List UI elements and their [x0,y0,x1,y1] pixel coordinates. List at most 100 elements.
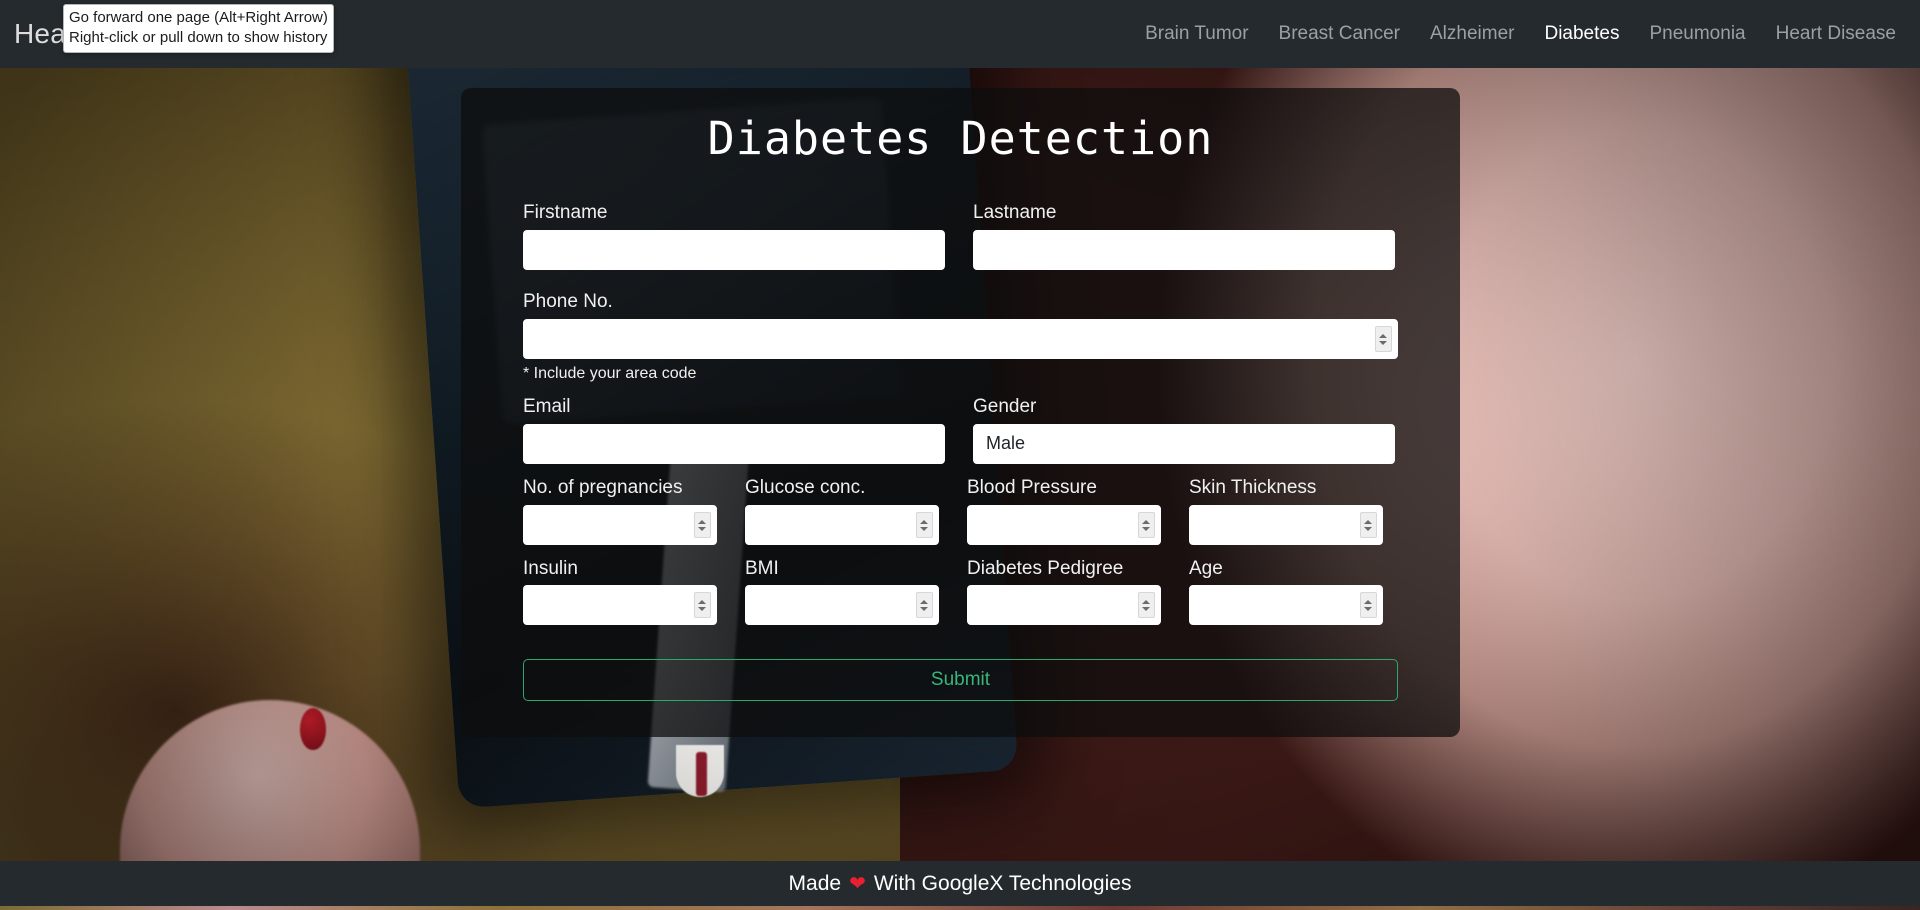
chevron-up-icon[interactable] [920,519,929,524]
chevron-down-icon[interactable] [1142,526,1151,531]
label-skin-thickness: Skin Thickness [1189,476,1317,498]
chevron-up-icon[interactable] [1364,599,1373,605]
label-pregnancies: No. of pregnancies [523,476,683,498]
nav-link-alzheimer[interactable]: Alzheimer [1430,23,1514,45]
age-wrapper [1189,585,1383,626]
nav-link-heart-disease[interactable]: Heart Disease [1776,23,1896,45]
chevron-up-icon[interactable] [920,599,929,605]
nav-link-pneumonia[interactable]: Pneumonia [1649,23,1745,45]
footer: Made ❤ With GoogleX Technologies [0,861,1920,906]
input-gender[interactable] [973,423,1395,464]
chevron-up-icon[interactable] [1364,519,1373,524]
tooltip-line-secondary: Right-click or pull down to show history [69,28,328,46]
label-bmi: BMI [745,557,779,579]
label-age: Age [1189,557,1223,579]
chevron-down-icon[interactable] [920,526,929,531]
chevron-down-icon[interactable] [1379,340,1388,345]
label-phone: Phone No. [523,290,613,312]
label-insulin: Insulin [523,557,578,579]
field-phone: Phone No. * Include your area code [523,290,1398,397]
chevron-down-icon[interactable] [698,606,707,612]
form-row-metrics-1: No. of pregnancies Glucose conc. Blood P… [523,476,1398,545]
field-skin-thickness: Skin Thickness [1189,476,1383,545]
phone-number-wrapper [523,318,1398,359]
blood-pressure-stepper[interactable] [1138,511,1155,538]
field-glucose: Glucose conc. [745,476,939,545]
label-lastname: Lastname [973,202,1057,223]
chevron-up-icon[interactable] [698,519,707,524]
page-title: Diabetes Detection [707,112,1214,165]
age-stepper[interactable] [1360,592,1377,619]
field-gender: Gender [973,395,1395,464]
chevron-up-icon[interactable] [1379,333,1388,338]
glucose-stepper[interactable] [916,511,933,538]
chevron-down-icon[interactable] [920,606,929,612]
field-firstname: Firstname [523,202,945,270]
chevron-down-icon[interactable] [698,526,707,531]
footer-text-before: Made [788,871,842,895]
input-insulin[interactable] [523,585,717,626]
input-diabetes-pedigree[interactable] [967,585,1161,626]
field-email: Email [523,395,945,464]
chevron-up-icon[interactable] [698,599,707,605]
label-firstname: Firstname [523,202,608,223]
input-lastname[interactable] [973,229,1395,270]
input-blood-pressure[interactable] [967,504,1161,545]
input-bmi[interactable] [745,585,939,626]
diabetes-pedigree-wrapper [967,585,1161,626]
field-blood-pressure: Blood Pressure [967,476,1161,545]
insulin-stepper[interactable] [694,592,711,619]
skin-thickness-wrapper [1189,504,1383,545]
input-skin-thickness[interactable] [1189,504,1383,545]
label-glucose: Glucose conc. [745,476,866,498]
chevron-down-icon[interactable] [1364,606,1373,612]
chevron-down-icon[interactable] [1364,526,1373,531]
field-pregnancies: No. of pregnancies [523,476,717,545]
diabetes-detection-form: Firstname Lastname Phone No. * Include y… [461,202,1460,702]
form-row-name: Firstname Lastname [523,202,1398,270]
page-bottom-edge [0,906,1920,910]
form-row-metrics-2: Insulin BMI Diabetes Pedigree Age [523,557,1398,626]
field-diabetes-pedigree: Diabetes Pedigree [967,557,1161,626]
form-row-email-gender: Email Gender [523,395,1398,464]
input-firstname[interactable] [523,229,945,270]
nav-link-breast-cancer[interactable]: Breast Cancer [1279,23,1400,45]
insulin-wrapper [523,585,717,626]
tooltip-line-primary: Go forward one page (Alt+Right Arrow) [69,9,328,26]
glucose-wrapper [745,504,939,545]
field-lastname: Lastname [973,202,1395,270]
chevron-up-icon[interactable] [1142,519,1151,524]
label-email: Email [523,395,571,417]
phone-stepper[interactable] [1375,325,1392,352]
diabetes-form-card: Diabetes Detection Firstname Lastname Ph… [461,88,1460,738]
label-diabetes-pedigree: Diabetes Pedigree [967,557,1124,579]
diabetes-pedigree-stepper[interactable] [1138,592,1155,619]
nav-link-brain-tumor[interactable]: Brain Tumor [1145,23,1248,45]
input-age[interactable] [1189,585,1383,626]
bmi-stepper[interactable] [916,592,933,619]
chevron-up-icon[interactable] [1142,599,1151,605]
label-gender: Gender [973,395,1037,417]
label-blood-pressure: Blood Pressure [967,476,1097,498]
pregnancies-wrapper [523,504,717,545]
form-row-phone: Phone No. * Include your area code [523,290,1398,397]
footer-text-after: With GoogleX Technologies [873,871,1132,895]
field-bmi: BMI [745,557,939,626]
browser-forward-button-tooltip: Go forward one page (Alt+Right Arrow) Ri… [63,4,334,53]
skin-thickness-stepper[interactable] [1360,511,1377,538]
input-pregnancies[interactable] [523,504,717,545]
hint-phone-area-code: * Include your area code [523,364,697,382]
bmi-wrapper [745,585,939,626]
input-phone[interactable] [523,318,1398,359]
input-email[interactable] [523,423,945,464]
heart-icon: ❤ [849,873,866,895]
submit-button[interactable]: Submit [523,659,1398,702]
field-age: Age [1189,557,1383,626]
chevron-down-icon[interactable] [1142,606,1151,612]
input-glucose[interactable] [745,504,939,545]
pregnancies-stepper[interactable] [694,511,711,538]
nav-link-diabetes[interactable]: Diabetes [1544,23,1619,45]
